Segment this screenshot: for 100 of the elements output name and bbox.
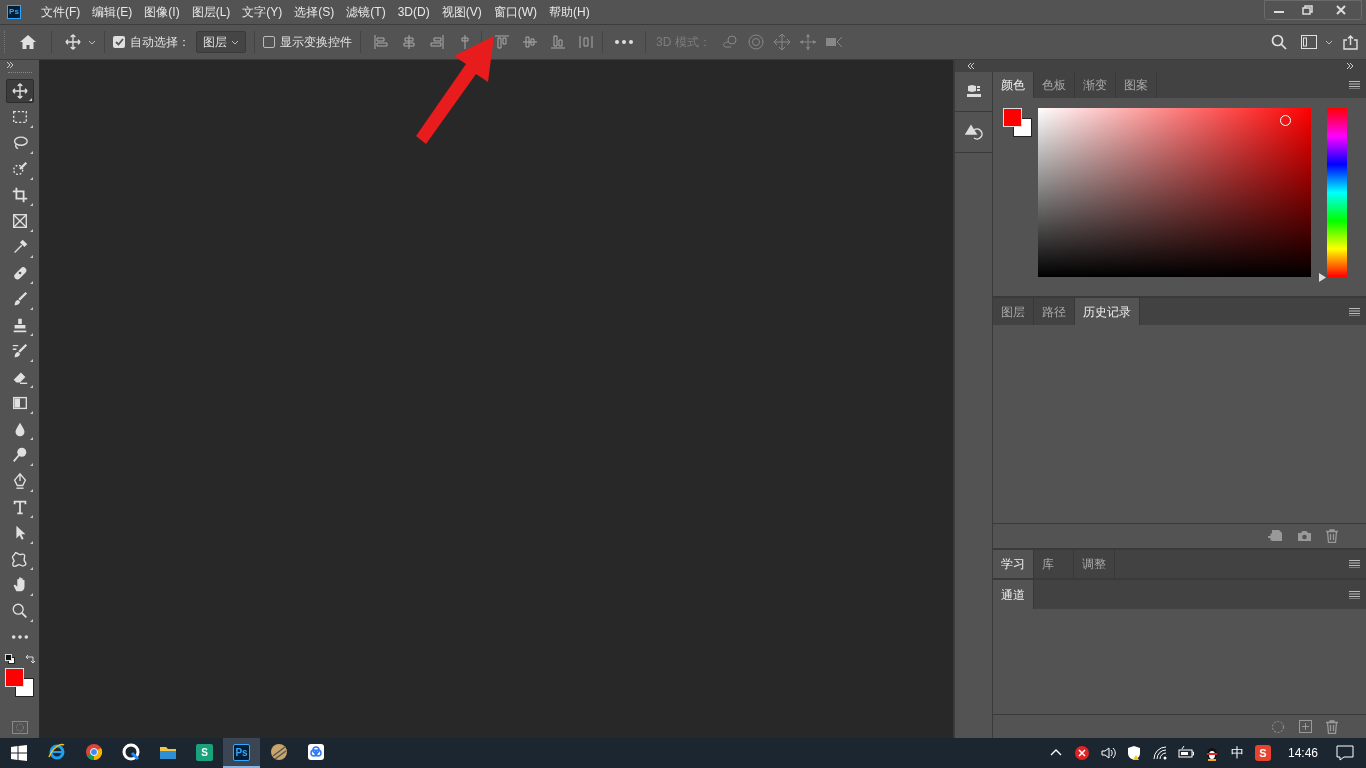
search-icon[interactable] bbox=[1271, 34, 1287, 50]
menu-item[interactable]: 文件(F) bbox=[35, 3, 87, 21]
ie-icon bbox=[47, 743, 66, 761]
panel-tab[interactable]: 颜色 bbox=[993, 72, 1034, 98]
share-icon[interactable] bbox=[1343, 34, 1358, 50]
3d-icon[interactable] bbox=[965, 83, 982, 100]
new-document-icon[interactable] bbox=[1267, 529, 1283, 543]
dodge-icon bbox=[10, 446, 29, 464]
caret-icon[interactable] bbox=[88, 39, 96, 45]
corner-icon bbox=[29, 541, 33, 544]
corner-icon bbox=[29, 385, 33, 388]
history-icon[interactable] bbox=[964, 124, 983, 140]
panel-tab[interactable]: 渐变 bbox=[1075, 72, 1116, 98]
menu-item[interactable]: 3D(D) bbox=[391, 3, 436, 21]
panel-tab[interactable]: 图层 bbox=[993, 298, 1034, 325]
caret-icon[interactable] bbox=[231, 39, 239, 45]
corner-icon bbox=[29, 567, 33, 570]
panel-tab[interactable]: 库 bbox=[1034, 550, 1074, 578]
corner-icon bbox=[29, 437, 33, 440]
checkbox[interactable] bbox=[113, 36, 125, 48]
input-method-indicator[interactable]: 中 bbox=[1230, 743, 1244, 763]
volume-icon[interactable] bbox=[1099, 745, 1116, 761]
panel-tab[interactable]: 调整 bbox=[1074, 550, 1115, 578]
panel-tab[interactable]: 色板 bbox=[1034, 72, 1075, 98]
menu-icon[interactable] bbox=[1349, 560, 1360, 568]
corner-icon bbox=[29, 203, 33, 206]
panel-tab[interactable]: 通道 bbox=[993, 580, 1034, 609]
app-icon: Ps bbox=[233, 743, 250, 761]
camera-icon[interactable] bbox=[1297, 530, 1312, 542]
menu-item[interactable]: 文字(Y) bbox=[236, 3, 289, 21]
corner-icon bbox=[29, 489, 33, 492]
move-icon[interactable] bbox=[64, 33, 82, 51]
notification-icon[interactable] bbox=[1336, 745, 1354, 761]
menu-item[interactable]: 窗口(W) bbox=[487, 3, 543, 21]
menu-item[interactable]: 图像(I) bbox=[138, 3, 186, 21]
panel-tab[interactable]: 图案 bbox=[1116, 72, 1157, 98]
taskbar-app[interactable]: Ps bbox=[223, 738, 260, 768]
corner-icon bbox=[29, 151, 33, 154]
panel-tab[interactable]: 历史记录 bbox=[1075, 298, 1140, 325]
swap-icon[interactable] bbox=[24, 654, 35, 664]
menu-icon[interactable] bbox=[1349, 590, 1360, 599]
menu-icon[interactable] bbox=[1349, 307, 1360, 316]
checkbox-label: 显示变换控件 bbox=[280, 34, 352, 51]
marquee-icon bbox=[10, 108, 29, 126]
browser-icon bbox=[121, 743, 140, 761]
menu-item[interactable]: 滤镜(T) bbox=[340, 3, 392, 21]
corner-icon bbox=[29, 177, 33, 180]
trash-icon[interactable] bbox=[1326, 719, 1338, 734]
wifi-icon[interactable] bbox=[1151, 745, 1168, 761]
menu-icon[interactable] bbox=[1349, 81, 1360, 89]
ball-icon bbox=[269, 743, 288, 761]
slider-handle[interactable] bbox=[1319, 272, 1326, 282]
frame-icon bbox=[10, 212, 29, 230]
security-icon[interactable] bbox=[1073, 745, 1090, 761]
checkbox[interactable] bbox=[263, 36, 275, 48]
menu-item[interactable]: 视图(V) bbox=[435, 3, 488, 21]
quick-selection-icon bbox=[10, 160, 29, 178]
gradient-icon bbox=[10, 394, 29, 412]
align-icon[interactable] bbox=[494, 34, 510, 50]
menu-item[interactable]: 选择(S) bbox=[288, 3, 341, 21]
align-icon[interactable] bbox=[522, 34, 538, 50]
corner-icon bbox=[29, 307, 33, 310]
expand-icon[interactable] bbox=[1346, 63, 1354, 69]
menu-item[interactable]: 编辑(E) bbox=[86, 3, 139, 21]
tool-button[interactable] bbox=[5, 79, 34, 103]
sogou-icon[interactable]: S bbox=[1254, 745, 1271, 761]
color-swatches-drawing[interactable] bbox=[1003, 108, 1032, 137]
color-field[interactable] bbox=[1038, 108, 1311, 277]
expand-icon[interactable] bbox=[6, 62, 14, 68]
corner-icon bbox=[29, 593, 33, 596]
panel-tab[interactable]: 学习 bbox=[993, 550, 1034, 578]
caret-icon[interactable] bbox=[1325, 39, 1333, 45]
menu-item[interactable]: 图层(L) bbox=[185, 3, 237, 21]
check-icon bbox=[114, 38, 124, 46]
workspace-icon[interactable] bbox=[1301, 35, 1317, 49]
shield-icon[interactable] bbox=[1125, 745, 1142, 761]
corner-icon bbox=[29, 229, 33, 232]
home-icon[interactable] bbox=[19, 34, 37, 50]
menu-item[interactable]: 帮助(H) bbox=[543, 3, 596, 21]
clock[interactable]: 14:46 bbox=[1287, 744, 1318, 762]
color-swatches-drawing[interactable] bbox=[5, 668, 34, 697]
collapse-icon[interactable] bbox=[967, 63, 975, 69]
history-brush-icon bbox=[10, 342, 29, 360]
corner-icon bbox=[29, 463, 33, 466]
corner-icon bbox=[29, 333, 33, 336]
default-colors-icon[interactable] bbox=[4, 654, 15, 664]
layer-dropdown[interactable]: 图层 bbox=[196, 31, 246, 53]
corner-icon bbox=[29, 255, 33, 258]
add-icon[interactable] bbox=[1299, 720, 1312, 733]
battery-icon[interactable] bbox=[1177, 745, 1194, 761]
more-icon[interactable] bbox=[615, 40, 633, 44]
align-icon[interactable] bbox=[550, 34, 566, 50]
cloud-icon bbox=[306, 743, 325, 761]
more-icon bbox=[10, 635, 29, 639]
align-icon[interactable] bbox=[373, 34, 389, 50]
corner-icon bbox=[29, 359, 33, 362]
corner-icon bbox=[29, 411, 33, 414]
trash-icon[interactable] bbox=[1326, 529, 1338, 543]
align-icon[interactable] bbox=[429, 34, 445, 50]
align-icon[interactable] bbox=[401, 34, 417, 50]
